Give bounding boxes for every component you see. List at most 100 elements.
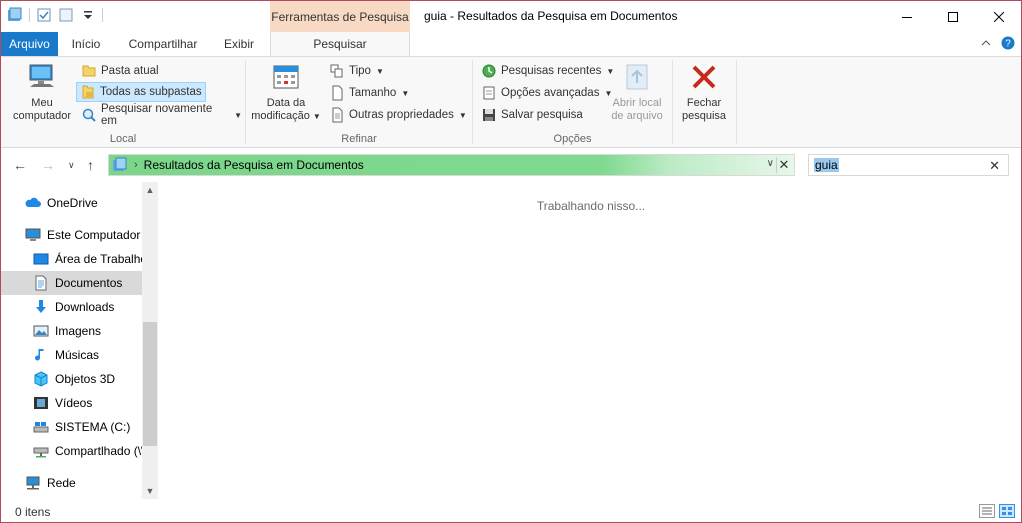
nav-item-network[interactable]: Rede	[1, 471, 142, 495]
current-folder-button[interactable]: Pasta atual	[78, 61, 162, 81]
help-icon[interactable]: ?	[1001, 36, 1015, 50]
scrollbar-thumb[interactable]	[143, 322, 157, 446]
nav-item-3d-objects[interactable]: Objetos 3D	[1, 367, 142, 391]
properties-icon	[332, 107, 343, 123]
content-pane[interactable]: Trabalhando nisso...	[161, 182, 1021, 499]
close-search-label-2: pesquisa	[681, 110, 727, 122]
recent-locations-chevron-icon[interactable]: ∨	[68, 160, 75, 171]
tab-home[interactable]: Início	[62, 32, 110, 56]
type-icon	[330, 64, 343, 78]
address-bar[interactable]: › Resultados da Pesquisa em Documentos ∨…	[108, 154, 795, 176]
large-icons-view-icon[interactable]	[999, 504, 1015, 518]
customize-qat-icon[interactable]	[80, 7, 96, 23]
nav-item-shared-drive[interactable]: Compartlhado (\\	[1, 439, 142, 463]
forward-arrow-icon[interactable]: →	[41, 157, 55, 173]
network-icon	[26, 476, 40, 490]
nav-item-label: Downloads	[55, 300, 115, 314]
nav-item-system-drive[interactable]: SISTEMA (C:)	[1, 415, 142, 439]
computer-icon	[25, 228, 41, 241]
properties-icon[interactable]	[36, 7, 52, 23]
nav-item-music[interactable]: Músicas	[1, 343, 142, 367]
svg-text:?: ?	[1005, 39, 1011, 50]
desktop-icon	[33, 253, 49, 265]
search-again-button[interactable]: Pesquisar novamente em ▼	[78, 103, 245, 127]
nav-item-onedrive[interactable]: OneDrive	[1, 191, 142, 215]
chevron-down-icon: ▼	[312, 112, 321, 121]
back-arrow-icon[interactable]: ←	[13, 157, 27, 173]
recent-searches-button[interactable]: Pesquisas recentes ▼	[478, 61, 617, 81]
type-button[interactable]: Tipo ▼	[326, 61, 387, 81]
tab-view[interactable]: Exibir	[214, 32, 264, 56]
chevron-down-icon: ▼	[401, 88, 410, 98]
other-properties-button[interactable]: Outras propriedades ▼	[326, 105, 470, 125]
nav-item-label: Músicas	[55, 348, 100, 362]
this-pc-button[interactable]: Meu computador	[7, 61, 77, 123]
tab-search[interactable]: Pesquisar	[270, 32, 410, 56]
close-search-button[interactable]: Fechar pesquisa	[676, 61, 732, 123]
group-separator	[736, 60, 737, 144]
nav-item-label: SISTEMA (C:)	[55, 420, 131, 434]
explorer-window: Ferramentas de Pesquisa guia - Resultado…	[0, 0, 1022, 523]
music-icon	[35, 349, 44, 361]
nav-item-pictures[interactable]: Imagens	[1, 319, 142, 343]
drive-icon	[33, 422, 49, 433]
scroll-down-icon[interactable]: ▼	[142, 483, 158, 499]
group-options-label: Opções	[553, 133, 592, 145]
nav-scrollbar[interactable]: ▲ ▼	[142, 182, 158, 499]
tab-file[interactable]: Arquivo	[1, 32, 58, 56]
address-path: Resultados da Pesquisa em Documentos	[143, 158, 364, 172]
search-box[interactable]: guia ✕	[808, 154, 1009, 176]
recent-searches-label: Pesquisas recentes	[501, 65, 602, 77]
all-subfolders-label: Todas as subpastas	[100, 86, 202, 98]
maximize-button[interactable]	[930, 1, 976, 32]
open-file-location-button[interactable]: Abrir local de arquivo	[605, 61, 669, 123]
size-icon	[332, 85, 343, 101]
close-search-icon	[692, 65, 716, 89]
clear-search-icon[interactable]: ✕	[989, 158, 1000, 174]
nav-item-documents[interactable]: Documentos	[1, 271, 142, 295]
breadcrumb-chevron-icon[interactable]: ›	[134, 159, 138, 171]
date-modified-button[interactable]: Data da modificação ▼	[248, 61, 324, 123]
nav-item-desktop[interactable]: Área de Trabalho	[1, 247, 142, 271]
date-modified-label-1: Data da	[266, 97, 306, 109]
close-icon	[994, 11, 1004, 22]
stop-search-icon[interactable]: ✕	[776, 157, 791, 173]
close-search-label-1: Fechar	[686, 97, 722, 109]
chevron-down-icon: ▼	[375, 66, 384, 76]
network-drive-icon	[33, 447, 49, 458]
group-local: Meu computador Pasta atual Todas as subp…	[1, 57, 245, 148]
all-subfolders-button[interactable]: Todas as subpastas	[76, 82, 206, 102]
nav-item-videos[interactable]: Vídeos	[1, 391, 142, 415]
qat-separator	[29, 8, 30, 22]
folder-icon[interactable]	[7, 7, 23, 23]
close-window-button[interactable]	[976, 1, 1021, 32]
save-search-button[interactable]: Salvar pesquisa	[478, 105, 586, 125]
group-options: Pesquisas recentes ▼ Opções avançadas ▼ …	[473, 57, 672, 148]
minimize-icon	[902, 16, 912, 18]
recent-searches-icon	[482, 64, 496, 78]
minimize-ribbon-icon[interactable]	[981, 38, 991, 48]
advanced-options-button[interactable]: Opções avançadas ▼	[478, 83, 615, 103]
details-view-icon[interactable]	[979, 504, 995, 518]
size-button[interactable]: Tamanho ▼	[326, 83, 412, 103]
address-dropdown-icon[interactable]: ∨	[767, 158, 774, 169]
new-folder-icon[interactable]	[58, 7, 74, 23]
up-arrow-icon[interactable]: ↑	[87, 157, 94, 173]
cloud-icon	[25, 197, 41, 207]
advanced-options-icon	[483, 86, 495, 100]
nav-item-this-pc[interactable]: Este Computador	[1, 223, 142, 247]
open-location-label-1: Abrir local	[612, 97, 662, 109]
3d-objects-icon	[34, 371, 48, 387]
context-tab-header: Ferramentas de Pesquisa	[270, 1, 410, 32]
nav-item-downloads[interactable]: Downloads	[1, 295, 142, 319]
scroll-up-icon[interactable]: ▲	[142, 182, 158, 198]
this-pc-label-2: computador	[12, 110, 72, 122]
this-pc-label-1: Meu	[31, 97, 53, 109]
calendar-icon	[273, 65, 299, 89]
search-input[interactable]: guia	[814, 158, 839, 172]
current-folder-label: Pasta atual	[101, 65, 159, 77]
minimize-button[interactable]	[884, 1, 930, 32]
folder-icon	[82, 65, 96, 77]
tab-share[interactable]: Compartilhar	[119, 32, 207, 56]
navigation-bar: ← → ∨ ↑ › Resultados da Pesquisa em Docu…	[1, 151, 1021, 179]
